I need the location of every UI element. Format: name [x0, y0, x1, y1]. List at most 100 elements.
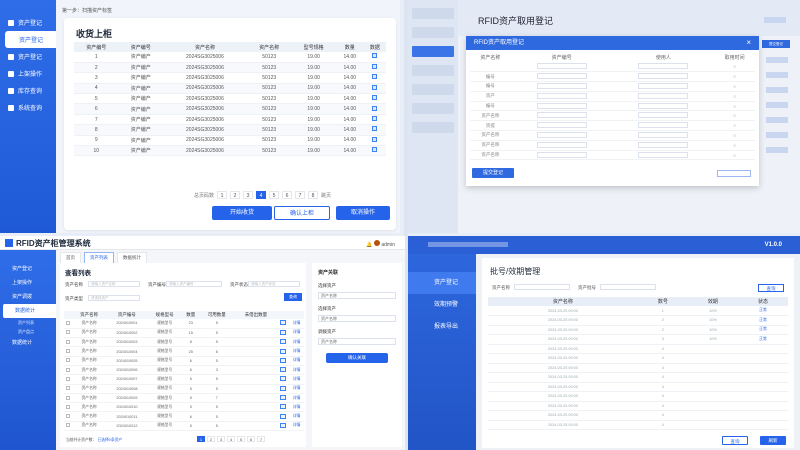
check-icon[interactable] — [280, 376, 287, 382]
detail-link[interactable]: 详情 — [289, 319, 304, 329]
confirm-shelve-button[interactable]: 确认上柜 — [274, 206, 330, 220]
cancel-operation-button[interactable]: 取消操作 — [336, 206, 390, 220]
page-button[interactable]: 1 — [217, 191, 228, 199]
top-action-button[interactable] — [764, 17, 786, 23]
sidebar-item[interactable] — [412, 122, 454, 133]
detail-link[interactable]: 详情 — [289, 402, 304, 413]
text-input[interactable] — [536, 151, 587, 158]
sidebar-item-active[interactable] — [412, 46, 454, 57]
page-button[interactable]: 6 — [282, 191, 293, 199]
sidebar-item[interactable] — [412, 27, 454, 38]
page-button[interactable]: 5 — [237, 436, 245, 442]
sidebar-item[interactable]: 系统查询 — [0, 99, 56, 116]
avatar[interactable] — [373, 240, 380, 246]
status-link[interactable] — [737, 410, 788, 421]
asset-no-input[interactable]: 请输入资产编号 — [166, 281, 222, 287]
search-button[interactable]: 查询 — [284, 293, 302, 301]
status-link[interactable]: 正常 — [737, 334, 788, 345]
checkbox-icon[interactable] — [372, 105, 378, 111]
text-input[interactable] — [638, 63, 689, 70]
asset-name-input[interactable]: 请输入资产名称 — [88, 281, 140, 287]
row-checkbox[interactable] — [65, 395, 70, 400]
submit-register-button[interactable]: 提交登记 — [762, 40, 790, 48]
sidebar-item[interactable]: 资产调拨 — [0, 290, 56, 304]
status-link[interactable] — [737, 401, 788, 411]
select-asset-dropdown[interactable]: 资产名称 — [318, 292, 396, 299]
page-button[interactable]: 2 — [207, 436, 215, 442]
checkbox-icon[interactable] — [372, 126, 378, 132]
selected-count-link[interactable]: 已选择0条资产 — [97, 438, 122, 442]
page-button[interactable]: 2 — [230, 191, 241, 199]
submit-button[interactable]: 提交登记 — [472, 168, 514, 178]
detail-link[interactable]: 详情 — [289, 346, 304, 357]
row-checkbox[interactable] — [65, 367, 70, 372]
sidebar-item[interactable]: 资产登记 — [5, 31, 56, 48]
sidebar-item[interactable]: 资产登记 — [408, 272, 476, 294]
row-checkbox[interactable] — [65, 423, 70, 428]
text-input[interactable] — [638, 102, 689, 109]
detail-link[interactable]: 详情 — [289, 393, 304, 404]
text-input[interactable] — [536, 102, 587, 109]
pagination-control[interactable] — [717, 170, 751, 177]
row-checkbox[interactable] — [65, 358, 70, 363]
check-icon[interactable] — [280, 320, 287, 326]
sidebar-item[interactable]: 资产登记 — [0, 48, 56, 65]
sidebar-item[interactable]: 资产登记 — [0, 262, 56, 276]
page-button[interactable]: 4 — [256, 191, 267, 199]
status-link[interactable] — [737, 363, 788, 373]
check-icon[interactable] — [280, 329, 287, 335]
checkbox-icon[interactable] — [372, 147, 378, 153]
row-checkbox[interactable] — [65, 339, 70, 344]
sidebar-item[interactable]: 数据统计 — [0, 336, 56, 350]
text-input[interactable] — [638, 151, 689, 158]
sidebar-item[interactable]: 资产登记 — [0, 14, 56, 31]
status-link[interactable]: 正常 — [737, 306, 788, 316]
checkbox-icon[interactable] — [372, 74, 378, 80]
checkbox-icon[interactable] — [372, 95, 378, 101]
jump-page-label[interactable]: 跳页 — [321, 192, 331, 199]
sidebar-item[interactable]: 资产列表 — [0, 318, 56, 327]
check-icon[interactable] — [280, 395, 287, 401]
detail-link[interactable]: 详情 — [289, 337, 304, 348]
detail-link[interactable]: 详情 — [289, 411, 304, 422]
sidebar-item[interactable]: 库存查询 — [0, 82, 56, 99]
detail-link[interactable]: 详情 — [289, 384, 304, 394]
status-link[interactable] — [737, 344, 788, 354]
checkbox-icon[interactable] — [372, 116, 378, 122]
status-link[interactable] — [737, 391, 788, 402]
status-link[interactable] — [737, 353, 788, 364]
text-input[interactable] — [536, 82, 587, 89]
status-link[interactable] — [737, 382, 788, 392]
sidebar-item[interactable] — [412, 8, 454, 19]
query-button[interactable]: 查询 — [722, 436, 748, 445]
text-input[interactable] — [638, 112, 689, 119]
status-link[interactable]: 正常 — [737, 325, 788, 335]
sidebar-item[interactable] — [412, 84, 454, 95]
page-button[interactable]: 7 — [295, 191, 306, 199]
status-link[interactable] — [737, 420, 788, 430]
checkbox-icon[interactable] — [372, 64, 378, 70]
close-icon[interactable]: × — [746, 36, 751, 50]
row-checkbox[interactable] — [65, 349, 70, 354]
text-input[interactable] — [536, 122, 587, 129]
text-input[interactable] — [638, 141, 689, 148]
row-checkbox[interactable] — [65, 320, 70, 325]
sidebar-item[interactable]: 上架操作 — [0, 65, 56, 82]
bell-icon[interactable]: 🔔 — [366, 242, 372, 248]
check-icon[interactable] — [280, 413, 287, 419]
transfer-asset-dropdown[interactable]: 资产名称 — [318, 338, 396, 345]
detail-link[interactable]: 详情 — [289, 374, 304, 385]
page-button[interactable]: 5 — [269, 191, 280, 199]
checkbox-icon[interactable] — [372, 84, 378, 90]
check-icon[interactable] — [280, 422, 287, 428]
check-icon[interactable] — [280, 348, 287, 354]
text-input[interactable] — [638, 82, 689, 89]
page-button[interactable]: 4 — [227, 436, 235, 442]
text-input[interactable] — [536, 112, 587, 119]
select-asset-dropdown-2[interactable]: 资产名称 — [318, 315, 396, 322]
status-link[interactable] — [737, 372, 788, 383]
text-input[interactable] — [638, 73, 689, 80]
text-input[interactable] — [638, 92, 689, 99]
asset-name-input[interactable] — [514, 284, 570, 290]
text-input[interactable] — [536, 131, 587, 138]
